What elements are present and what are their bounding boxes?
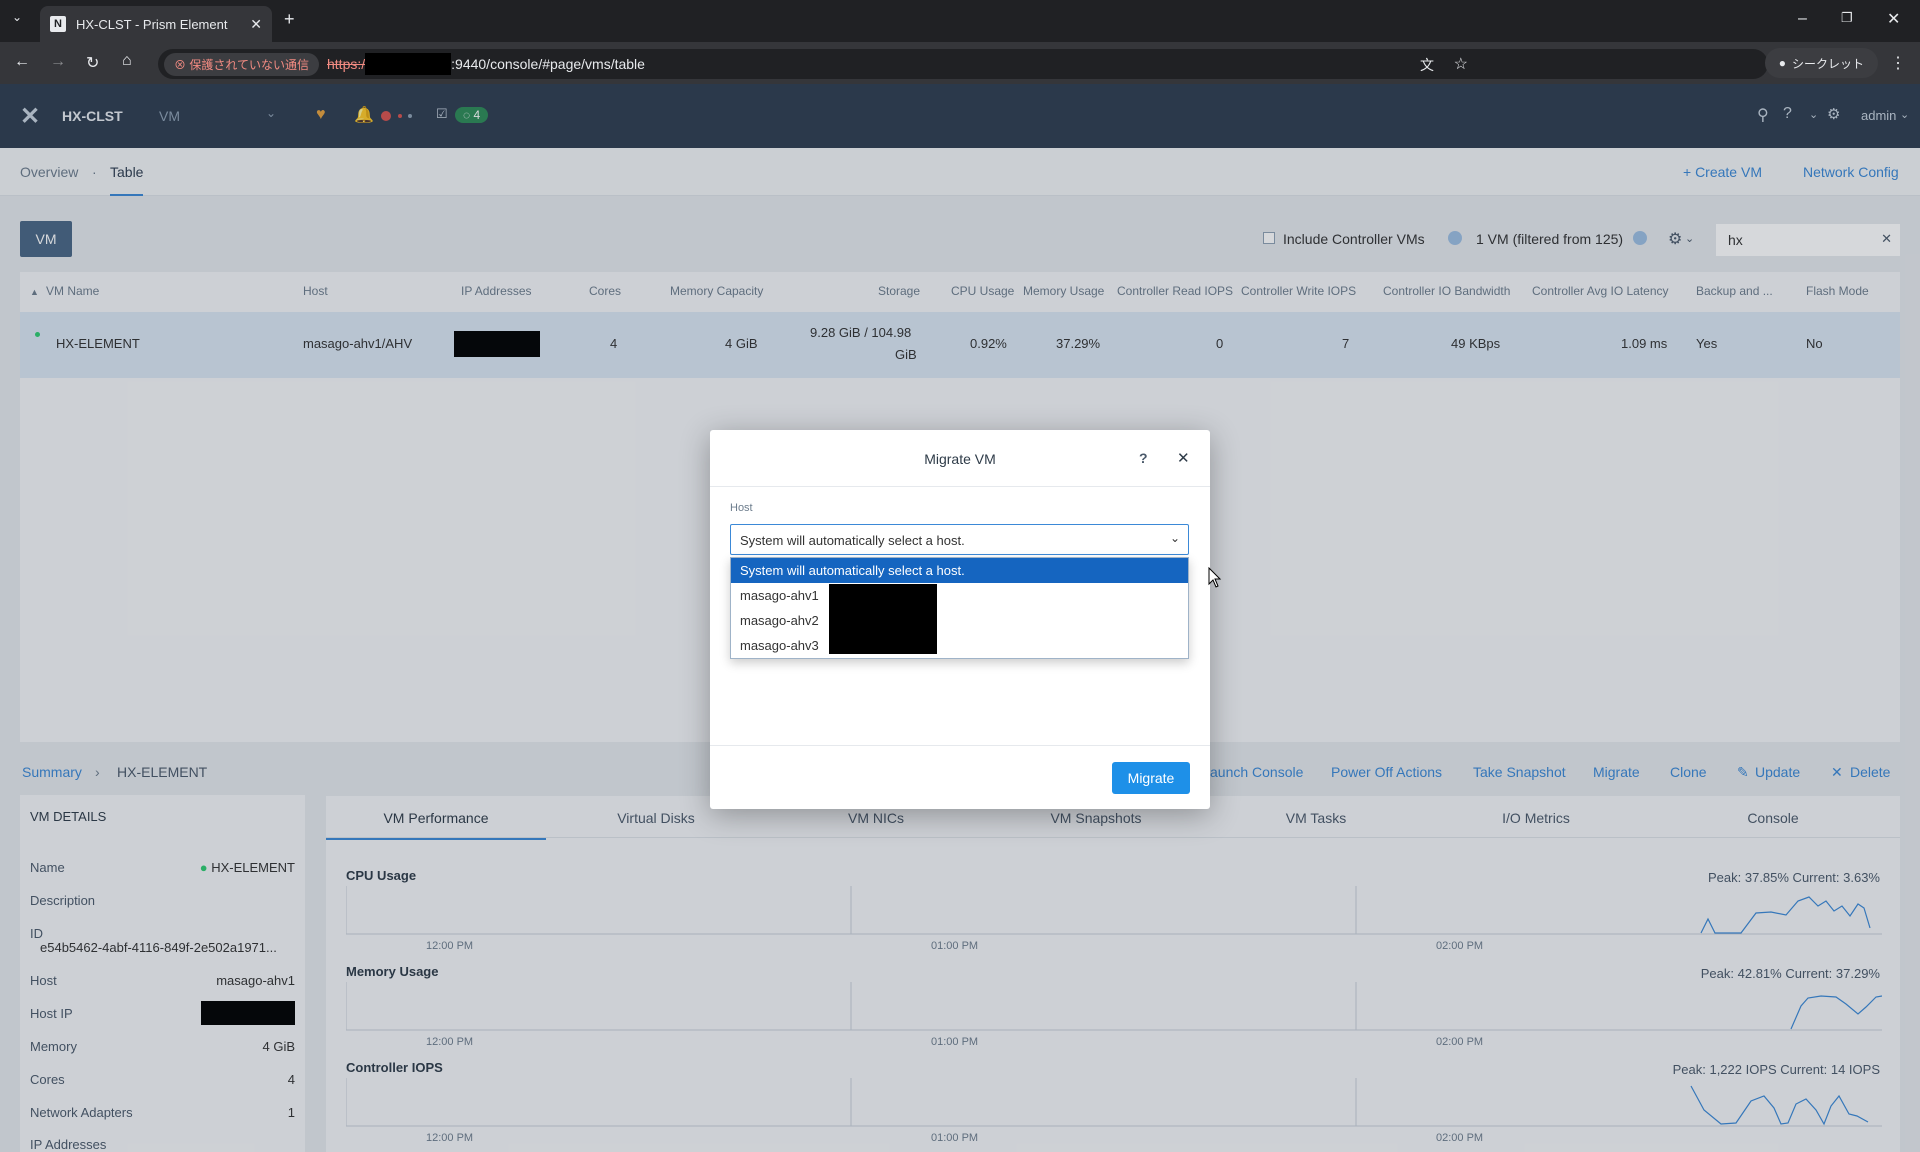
mouse-cursor-icon <box>1208 567 1222 588</box>
close-icon[interactable]: ✕ <box>1177 449 1190 467</box>
close-tab-icon[interactable]: ✕ <box>250 16 262 33</box>
host-label: Host <box>730 502 753 514</box>
chevron-down-icon: ⌄ <box>1169 531 1180 545</box>
warning-icon: ⊗ <box>174 57 190 72</box>
dialog-title: Migrate VM <box>924 451 996 467</box>
url-scheme: https:/ <box>327 56 366 72</box>
home-icon[interactable]: ⌂ <box>122 52 132 70</box>
help-icon[interactable]: ? <box>1139 450 1148 466</box>
redacted-host-ips <box>829 584 937 654</box>
migrate-button[interactable]: Migrate <box>1112 762 1190 794</box>
restore-icon[interactable]: ❐ <box>1841 10 1853 26</box>
host-option[interactable]: masago-ahv2 <box>731 608 1188 633</box>
url-path: :9440/console/#page/vms/table <box>451 56 645 72</box>
host-select-value: System will automatically select a host. <box>740 533 965 548</box>
bookmark-star-icon[interactable]: ☆ <box>1454 54 1468 74</box>
chrome-menu-icon[interactable]: ⋮ <box>1890 53 1906 73</box>
incognito-badge[interactable]: ● シークレット <box>1764 48 1878 78</box>
url-field[interactable]: ⊗ 保護されていない通信 https:/ :9440/console/#page… <box>158 49 1768 79</box>
security-label: 保護されていない通信 <box>189 57 309 72</box>
browser-tab-strip: ⌄ N HX-CLST - Prism Element ✕ + – ❐ ✕ <box>0 0 1920 42</box>
host-option[interactable]: masago-ahv1 <box>731 583 1188 608</box>
back-icon[interactable]: ← <box>14 53 30 71</box>
minimize-icon[interactable]: – <box>1798 10 1807 28</box>
security-warning-badge[interactable]: ⊗ 保護されていない通信 <box>164 52 319 76</box>
host-option-auto[interactable]: System will automatically select a host. <box>731 558 1188 583</box>
host-select[interactable]: System will automatically select a host.… <box>730 524 1189 555</box>
redacted-host <box>365 53 452 75</box>
tab-title: HX-CLST - Prism Element <box>76 16 228 32</box>
new-tab-icon[interactable]: + <box>284 9 295 30</box>
incognito-icon: ● <box>1778 56 1786 70</box>
tab-search-icon[interactable]: ⌄ <box>12 10 22 24</box>
forward-icon[interactable]: → <box>50 53 66 71</box>
footer-divider <box>710 745 1210 746</box>
host-option[interactable]: masago-ahv3 <box>731 633 1188 658</box>
header-divider <box>710 486 1210 487</box>
nutanix-favicon-icon: N <box>50 16 66 32</box>
address-bar-row: ← → ↻ ⌂ ⊗ 保護されていない通信 https:/ :9440/conso… <box>0 42 1920 84</box>
migrate-vm-dialog: Migrate VM ? ✕ Host System will automati… <box>710 430 1210 809</box>
host-dropdown-list: System will automatically select a host.… <box>730 557 1189 659</box>
incognito-label: シークレット <box>1791 56 1864 71</box>
window-close-icon[interactable]: ✕ <box>1887 9 1900 29</box>
reload-icon[interactable]: ↻ <box>86 53 99 73</box>
browser-tab[interactable]: N HX-CLST - Prism Element ✕ <box>40 6 272 42</box>
translate-icon[interactable]: ⽂ <box>1420 55 1434 75</box>
